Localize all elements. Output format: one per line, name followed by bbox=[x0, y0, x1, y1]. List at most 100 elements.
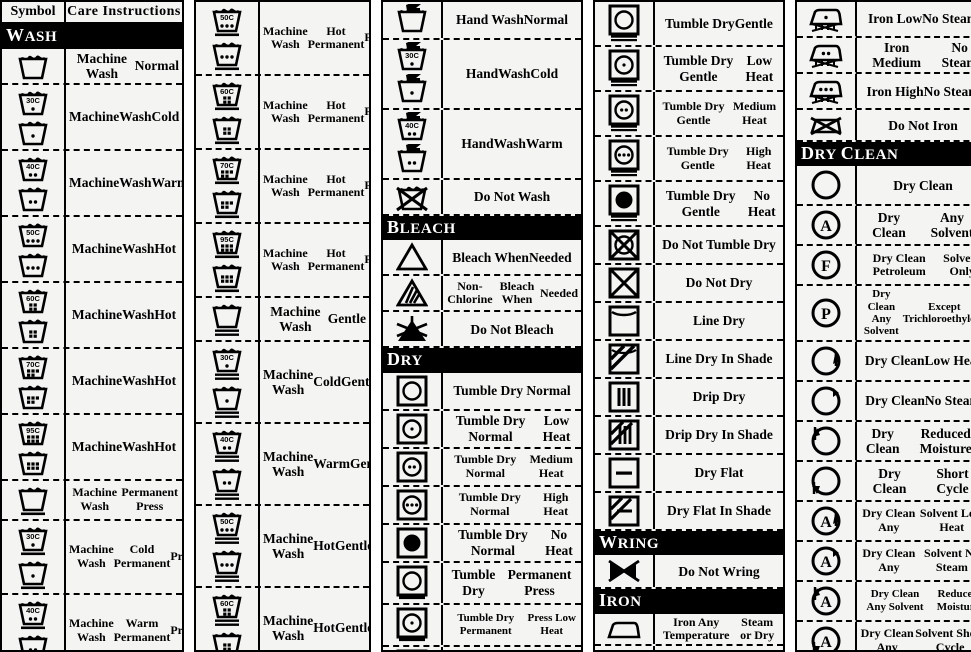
washtub-icon bbox=[18, 121, 48, 146]
symbol-cell bbox=[595, 47, 655, 90]
dry-clean-a-icon: A bbox=[811, 506, 841, 536]
care-instruction-cell: Machine Wash Permanent Press bbox=[72, 485, 179, 513]
dry-clean-a-icon: A bbox=[811, 546, 841, 576]
symbol-group bbox=[608, 381, 640, 413]
symbol-group bbox=[809, 464, 843, 498]
symbol-cell: A bbox=[797, 206, 857, 245]
care-instruction-cell: Tumble Dry PermanentPress Medium Heat bbox=[443, 647, 581, 651]
symbol-group: 40C bbox=[396, 112, 428, 176]
care-instruction-cell: Do Not Wash bbox=[473, 189, 551, 205]
care-instruction-cell: Machine WashHot PermanentPress bbox=[263, 23, 371, 51]
line-dry-shade-icon bbox=[608, 343, 640, 375]
care-instruction-cell: Drip Dry bbox=[692, 389, 746, 405]
table-row: 50C Machine Wash Hot bbox=[2, 216, 182, 283]
care-instruction-cell: Tumble Dry Gentle High Heat bbox=[666, 144, 772, 172]
washtub-icon: 95C bbox=[18, 421, 48, 446]
iron-no-steam-icon bbox=[809, 80, 843, 105]
table-row: Machine Wash Normal bbox=[2, 48, 182, 85]
washtub-icon bbox=[18, 385, 48, 410]
svg-text:A: A bbox=[820, 634, 832, 651]
symbol-group: 60C bbox=[17, 285, 49, 345]
symbol-cell: 50C bbox=[196, 506, 260, 586]
symbol-group: 30C bbox=[17, 523, 49, 591]
washtub-icon: 30C bbox=[18, 527, 48, 555]
care-instruction-cell: Dry CleanLow Heat bbox=[864, 353, 971, 369]
washtub-icon bbox=[212, 632, 242, 650]
symbol-group bbox=[396, 489, 428, 521]
care-instruction-cell: Tumble Dry Normal Medium Heat bbox=[454, 452, 573, 480]
care-instruction-cell: Drip Dry In Shade bbox=[665, 427, 773, 443]
svg-text:70C: 70C bbox=[26, 360, 40, 369]
symbol-cell bbox=[797, 2, 857, 36]
symbol-cell bbox=[595, 613, 655, 645]
symbol-group bbox=[396, 182, 428, 212]
table-row: 30C Machine Wash Cold bbox=[2, 84, 182, 151]
care-instruction-cell: Iron Any Temperature Steam or Dry bbox=[662, 614, 775, 642]
symbol-cell bbox=[595, 265, 655, 301]
column-3: Hand Wash Normal 30C Hand Wash Cold 40C Hand Was… bbox=[381, 0, 583, 652]
care-instruction-cell: Tumble Dry Permanent Press bbox=[451, 567, 572, 598]
care-instruction-cell: Machine Wash Hot bbox=[71, 241, 177, 257]
symbol-cell: 40C bbox=[2, 150, 66, 215]
svg-text:40C: 40C bbox=[26, 162, 40, 171]
symbol-cell bbox=[383, 180, 443, 214]
symbol-group bbox=[396, 314, 428, 344]
symbol-cell bbox=[797, 166, 857, 205]
care-instruction-cell: Dry Clean Any Solvent bbox=[872, 210, 971, 241]
symbol-cell: 40C bbox=[196, 424, 260, 504]
tumble-dryer-icon bbox=[396, 489, 428, 520]
symbol-cell: 70C bbox=[2, 348, 66, 413]
care-instruction-cell: Dry Clean AnySolvent Low Heat bbox=[862, 506, 971, 534]
washtub-icon: 95C bbox=[212, 230, 242, 259]
symbol-group: 70C bbox=[17, 351, 49, 411]
symbol-cell bbox=[383, 448, 443, 485]
symbol-group bbox=[809, 168, 843, 202]
column-2: 50C Machine WashHot PermanentPress 60C Mach… bbox=[194, 0, 371, 652]
tumble-dryer-icon bbox=[396, 375, 428, 406]
symbol-cell: A bbox=[797, 501, 857, 540]
care-instruction-cell: Do Not Iron bbox=[888, 117, 958, 133]
care-instruction-cell: Do Not Wring bbox=[678, 563, 760, 579]
table-row: Do Not Dry bbox=[595, 265, 783, 303]
table-row: Do Not Iron bbox=[797, 110, 971, 143]
symbol-cell: 30C bbox=[383, 40, 443, 108]
washtub-icon bbox=[18, 55, 48, 80]
dry-clean-p-icon: P bbox=[811, 298, 841, 328]
symbol-group bbox=[608, 495, 640, 527]
symbol-cell bbox=[797, 381, 857, 420]
symbol-group bbox=[608, 343, 640, 375]
table-row: A Dry Clean Any Solvent bbox=[797, 206, 971, 247]
symbol-cell bbox=[797, 341, 857, 380]
washtub-icon bbox=[212, 304, 242, 336]
table-row: Machine Wash Gentle bbox=[196, 298, 369, 342]
symbol-cell: F bbox=[797, 246, 857, 285]
table-row: Bleach When Needed bbox=[383, 240, 581, 277]
symbol-group bbox=[809, 424, 843, 458]
symbol-cell bbox=[797, 74, 857, 109]
table-row: Hand Wash Normal bbox=[383, 2, 581, 40]
section-header-iron: IRON bbox=[595, 589, 783, 614]
symbol-group bbox=[396, 413, 428, 445]
symbol-cell bbox=[383, 486, 443, 523]
svg-text:70C: 70C bbox=[220, 161, 234, 170]
header-care-instructions: Care Instructions bbox=[67, 4, 181, 19]
svg-text:40C: 40C bbox=[220, 435, 234, 444]
dry-flat-icon bbox=[608, 457, 640, 489]
symbol-cell bbox=[595, 137, 655, 180]
washtub-icon: 70C bbox=[212, 156, 242, 185]
table-row: 40C Hand Wash Warm bbox=[383, 110, 581, 180]
symbol-group: 50C bbox=[17, 219, 49, 279]
symbol-group bbox=[396, 375, 428, 407]
care-instruction-cell: Machine Wash Hot bbox=[71, 307, 177, 323]
care-instruction-cell: Dry Clean bbox=[893, 177, 953, 193]
care-instruction-cell: Machine WashColdGentle bbox=[263, 366, 370, 397]
svg-text:60C: 60C bbox=[26, 294, 40, 303]
symbol-cell bbox=[383, 646, 443, 650]
care-instruction-cell: Machine Wash Gentle bbox=[270, 303, 366, 334]
table-row: Tumble Dry Gentle No Heat bbox=[595, 182, 783, 227]
triangle-icon bbox=[396, 242, 428, 271]
care-instruction-cell: Tumble Dry Normal Low Heat bbox=[455, 413, 571, 444]
care-instruction-cell: Machine Wash Cold bbox=[69, 109, 180, 125]
dry-clean-circle-icon bbox=[811, 466, 841, 496]
symbol-cell: A bbox=[797, 621, 857, 651]
